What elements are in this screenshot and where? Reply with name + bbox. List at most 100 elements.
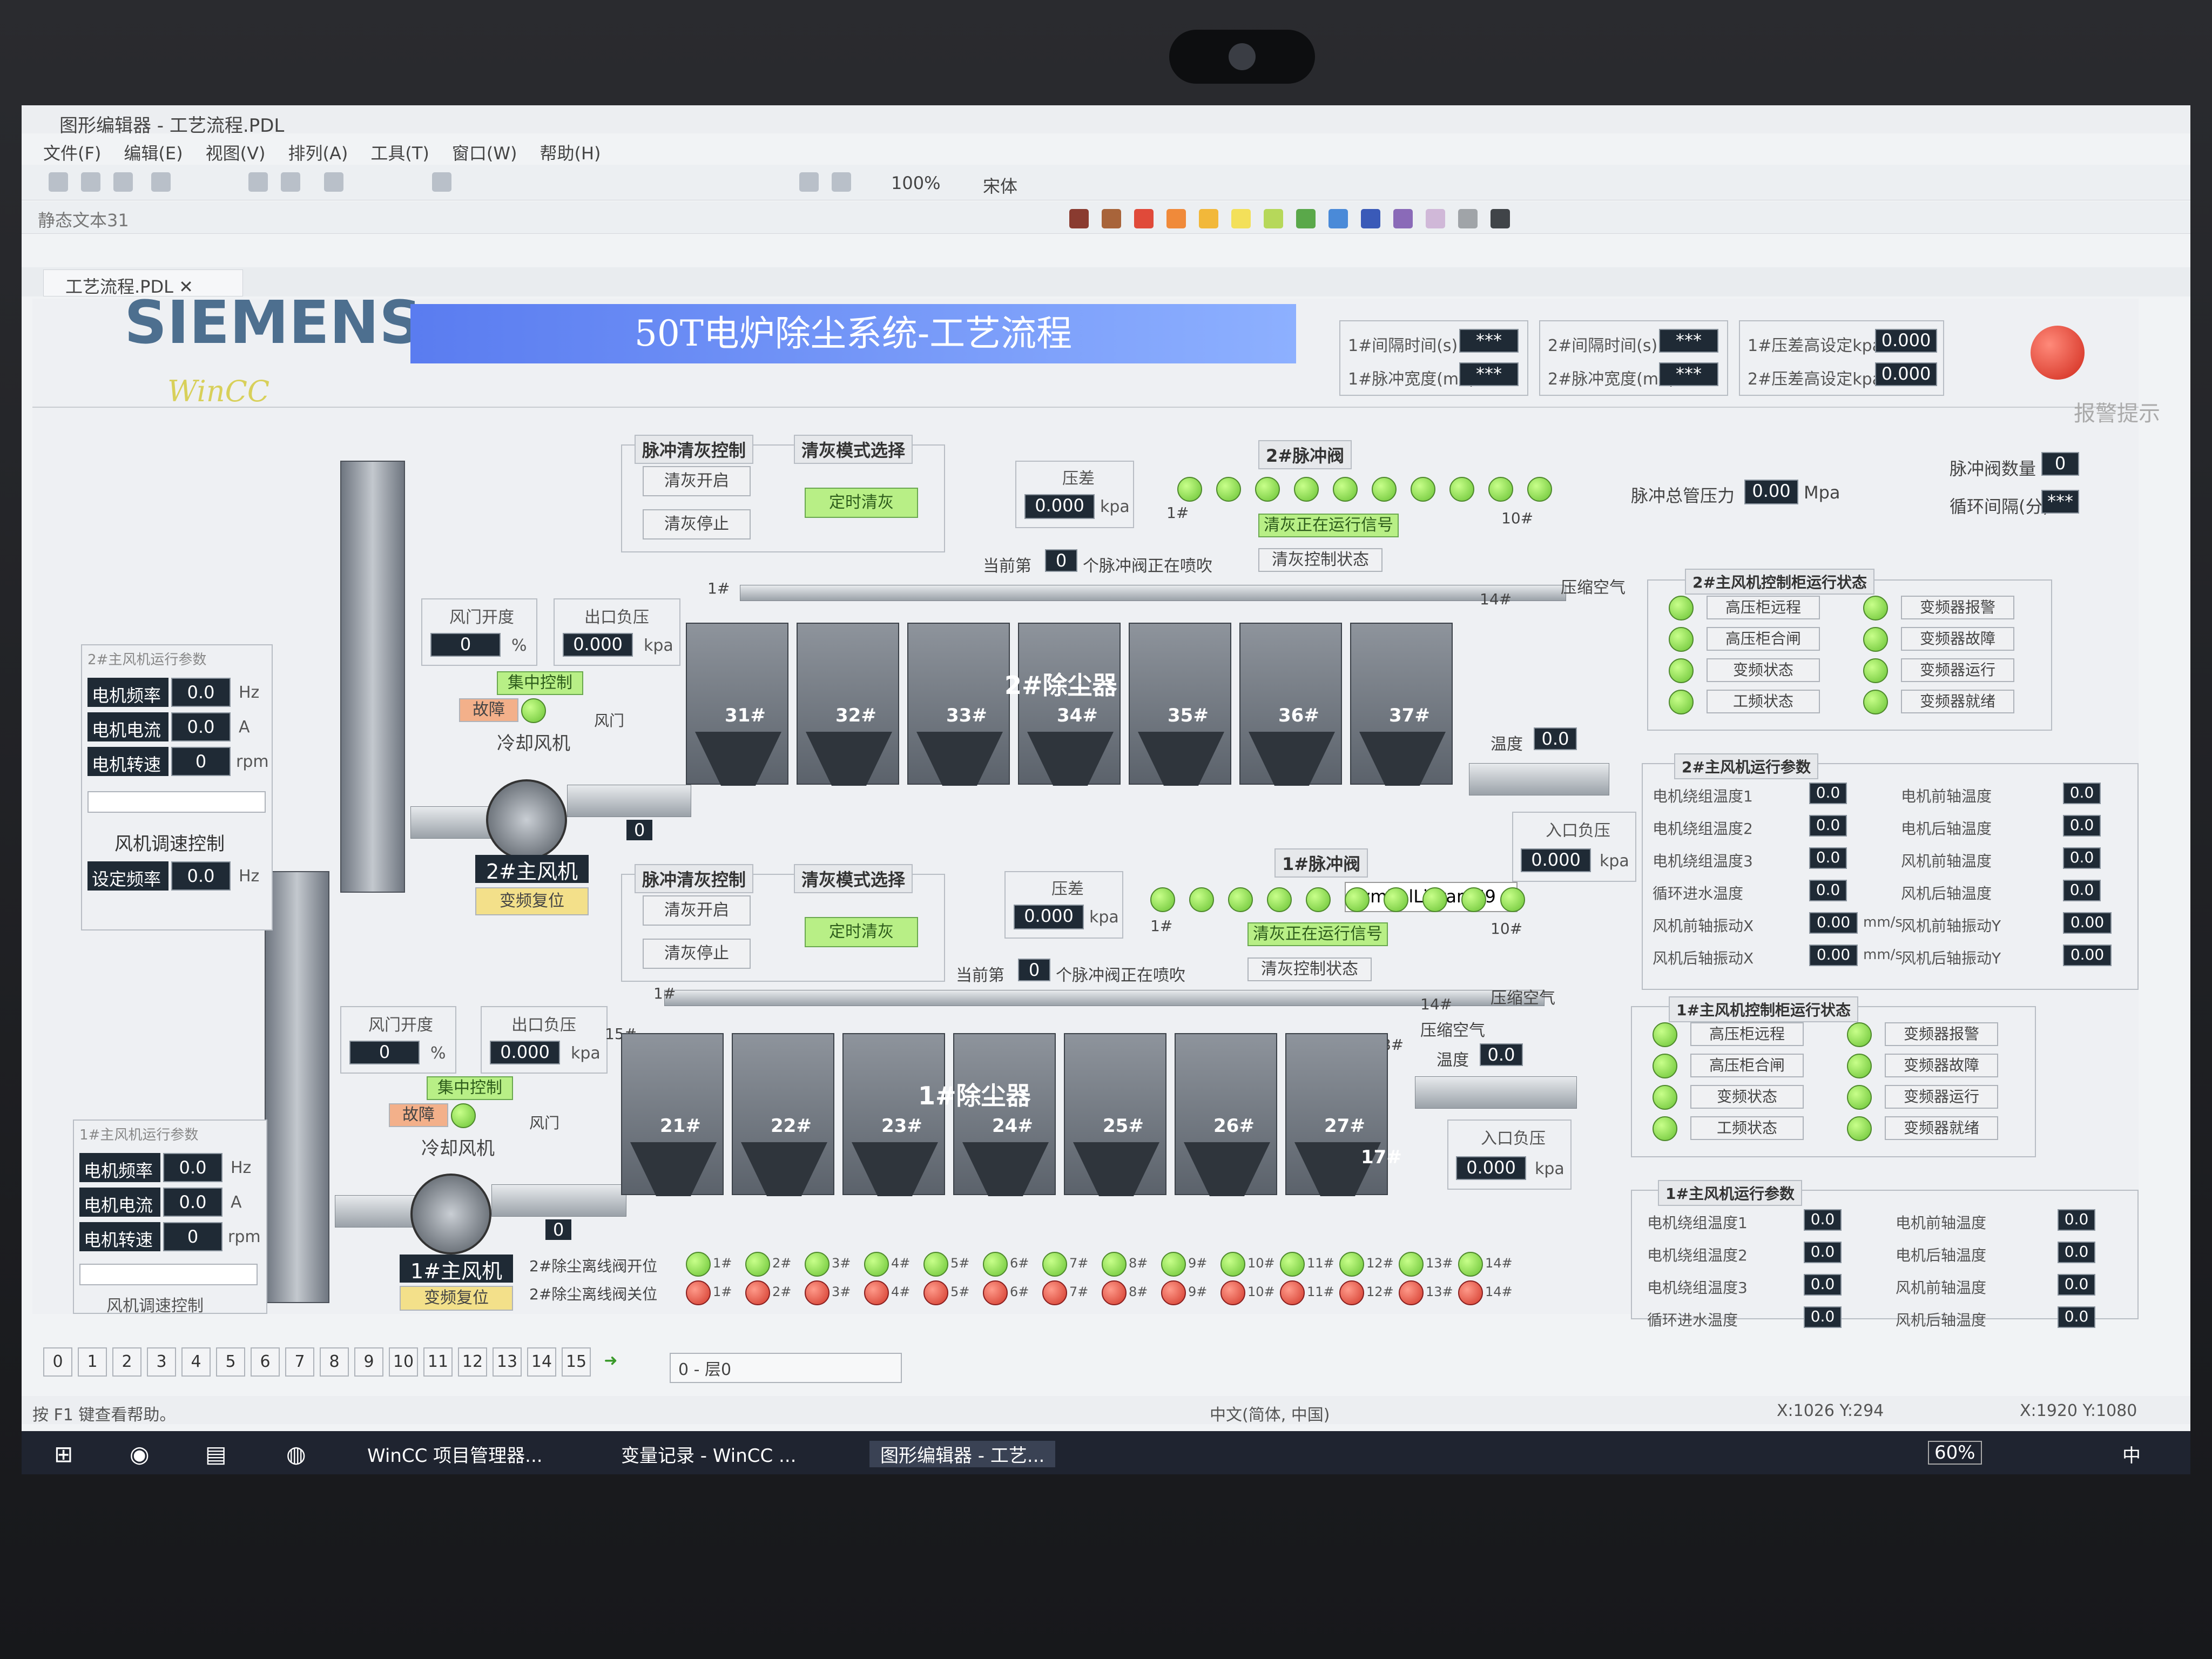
offline-close-light [1161,1280,1186,1305]
cut-icon[interactable] [248,172,268,192]
fan2-set-freq[interactable]: 0.0 [171,861,231,891]
clean-start-button-2[interactable]: 清灰开启 [643,466,751,496]
menu-help[interactable]: 帮助(H) [540,140,601,164]
menu-tools[interactable]: 工具(T) [370,140,429,164]
color-swatch-icon[interactable] [1296,209,1316,228]
central-control-2[interactable]: 集中控制 [497,671,583,695]
open-icon[interactable] [81,172,100,192]
timed-clean-button-2[interactable]: 定时清灰 [805,488,918,518]
zoom-out-icon[interactable] [832,172,851,192]
object-select[interactable]: 静态文本31 [38,207,129,232]
color-swatch-icon[interactable] [1426,209,1445,228]
taskbar-wincc-manager[interactable]: WinCC 项目管理器... [367,1441,543,1467]
page-button[interactable]: 4 [181,1347,211,1377]
alarm-label: 报警提示 [2074,401,2160,426]
taskbar-graphics-designer[interactable]: 图形编辑器 - 工艺... [869,1441,1056,1467]
fan1-speed-slider[interactable] [79,1264,258,1285]
color-swatch-icon[interactable] [1328,209,1348,228]
color-swatch-icon[interactable] [1199,209,1218,228]
clean-stop-button-1[interactable]: 清灰停止 [643,939,751,969]
color-swatch-icon[interactable] [1231,209,1251,228]
zoom-select[interactable]: 100% [891,173,940,193]
hopper-label: 31# [725,705,766,726]
page-button[interactable]: 11 [423,1347,453,1377]
folder-icon[interactable]: ▤ [205,1441,227,1467]
color-swatch-icon[interactable] [1264,209,1283,228]
color-swatch-icon[interactable] [1491,209,1510,228]
save-icon[interactable] [113,172,133,192]
page-button[interactable]: 9 [354,1347,383,1377]
run-icon[interactable] [151,172,171,192]
width1-value[interactable]: *** [1459,362,1519,386]
menu-arrange[interactable]: 排列(A) [288,140,348,164]
arrow-right-icon[interactable]: ➜ [596,1347,625,1377]
pulse-valve-dot [1333,477,1358,502]
inlet-value-1[interactable]: 0.000 [1456,1156,1526,1180]
page-button[interactable]: 14 [527,1347,556,1377]
page-button[interactable]: 8 [320,1347,349,1377]
color-swatch-icon[interactable] [1166,209,1186,228]
page-button[interactable]: 13 [493,1347,522,1377]
vfd-reset-button-2[interactable]: 变频复位 [475,887,589,915]
page-button[interactable]: 7 [285,1347,314,1377]
dp-value-1[interactable]: 0.000 [1014,905,1084,929]
fan2-speed-slider[interactable] [87,791,266,813]
ime-indicator[interactable]: 中 [2122,1441,2141,1467]
page-button[interactable]: 6 [251,1347,280,1377]
pulse-count-value[interactable]: 0 [2041,452,2079,476]
dp2-value[interactable]: 0.000 [1875,362,1937,386]
chrome-icon[interactable]: ◍ [286,1441,306,1467]
page-button[interactable]: 3 [147,1347,176,1377]
inlet-value-2[interactable]: 0.000 [1521,848,1591,872]
color-swatch-icon[interactable] [1102,209,1121,228]
vfd-reset-button-1[interactable]: 变频复位 [400,1286,513,1311]
interval1-value[interactable]: *** [1459,329,1519,353]
menu-window[interactable]: 窗口(W) [452,140,517,164]
pulse-pressure-value[interactable]: 0.00 [1744,480,1798,504]
copy-icon[interactable] [281,172,300,192]
color-swatch-icon[interactable] [1458,209,1478,228]
print-icon[interactable] [432,172,451,192]
clean-start-button-1[interactable]: 清灰开启 [643,895,751,926]
page-button[interactable]: 10 [389,1347,418,1377]
page-button[interactable]: 1 [78,1347,107,1377]
timed-clean-button-1[interactable]: 定时清灰 [805,917,918,947]
dp1-value[interactable]: 0.000 [1875,329,1937,353]
menu-view[interactable]: 视图(V) [206,140,266,164]
color-swatch-icon[interactable] [1069,209,1089,228]
color-swatch-icon[interactable] [1393,209,1413,228]
cycle-value[interactable]: *** [2041,490,2079,514]
zoom-in-icon[interactable] [799,172,819,192]
windows-start-icon[interactable]: ⊞ [54,1441,73,1467]
font-select[interactable]: 宋体 [983,173,1017,198]
layer-select[interactable]: 0 - 层0 [670,1353,902,1383]
outlet-value-1[interactable]: 0.000 [490,1041,560,1064]
width2-value[interactable]: *** [1659,362,1718,386]
clean-stop-button-2[interactable]: 清灰停止 [643,509,751,539]
page-button[interactable]: 0 [43,1347,72,1377]
damper-value-1[interactable]: 0 [349,1041,420,1064]
menu-file[interactable]: 文件(F) [43,140,101,164]
new-icon[interactable] [49,172,68,192]
central-control-1[interactable]: 集中控制 [427,1076,513,1100]
page-button[interactable]: 12 [458,1347,487,1377]
outlet-value-2[interactable]: 0.000 [563,633,633,657]
vfd-status-light [1847,1116,1872,1141]
taskbar-tag-logging[interactable]: 变量记录 - WinCC ... [621,1441,796,1467]
page-button[interactable]: 2 [112,1347,141,1377]
menu-edit[interactable]: 编辑(E) [124,140,183,164]
page-button[interactable]: 5 [216,1347,245,1377]
clean-ctrl-status-2[interactable]: 清灰控制状态 [1258,548,1382,572]
color-swatch-icon[interactable] [1361,209,1380,228]
damper-value-2[interactable]: 0 [430,633,501,657]
interval2-value[interactable]: *** [1659,329,1718,353]
color-swatch-icon[interactable] [1134,209,1154,228]
dp-value-2[interactable]: 0.000 [1024,494,1095,519]
alarm-light[interactable] [2031,326,2085,380]
page-button[interactable]: 15 [562,1347,591,1377]
vfd-status-light [1863,658,1888,683]
edge-icon[interactable]: ◉ [130,1441,150,1467]
cab-status-light [1669,690,1694,714]
undo-icon[interactable] [324,172,343,192]
clean-ctrl-status-1[interactable]: 清灰控制状态 [1247,957,1372,981]
